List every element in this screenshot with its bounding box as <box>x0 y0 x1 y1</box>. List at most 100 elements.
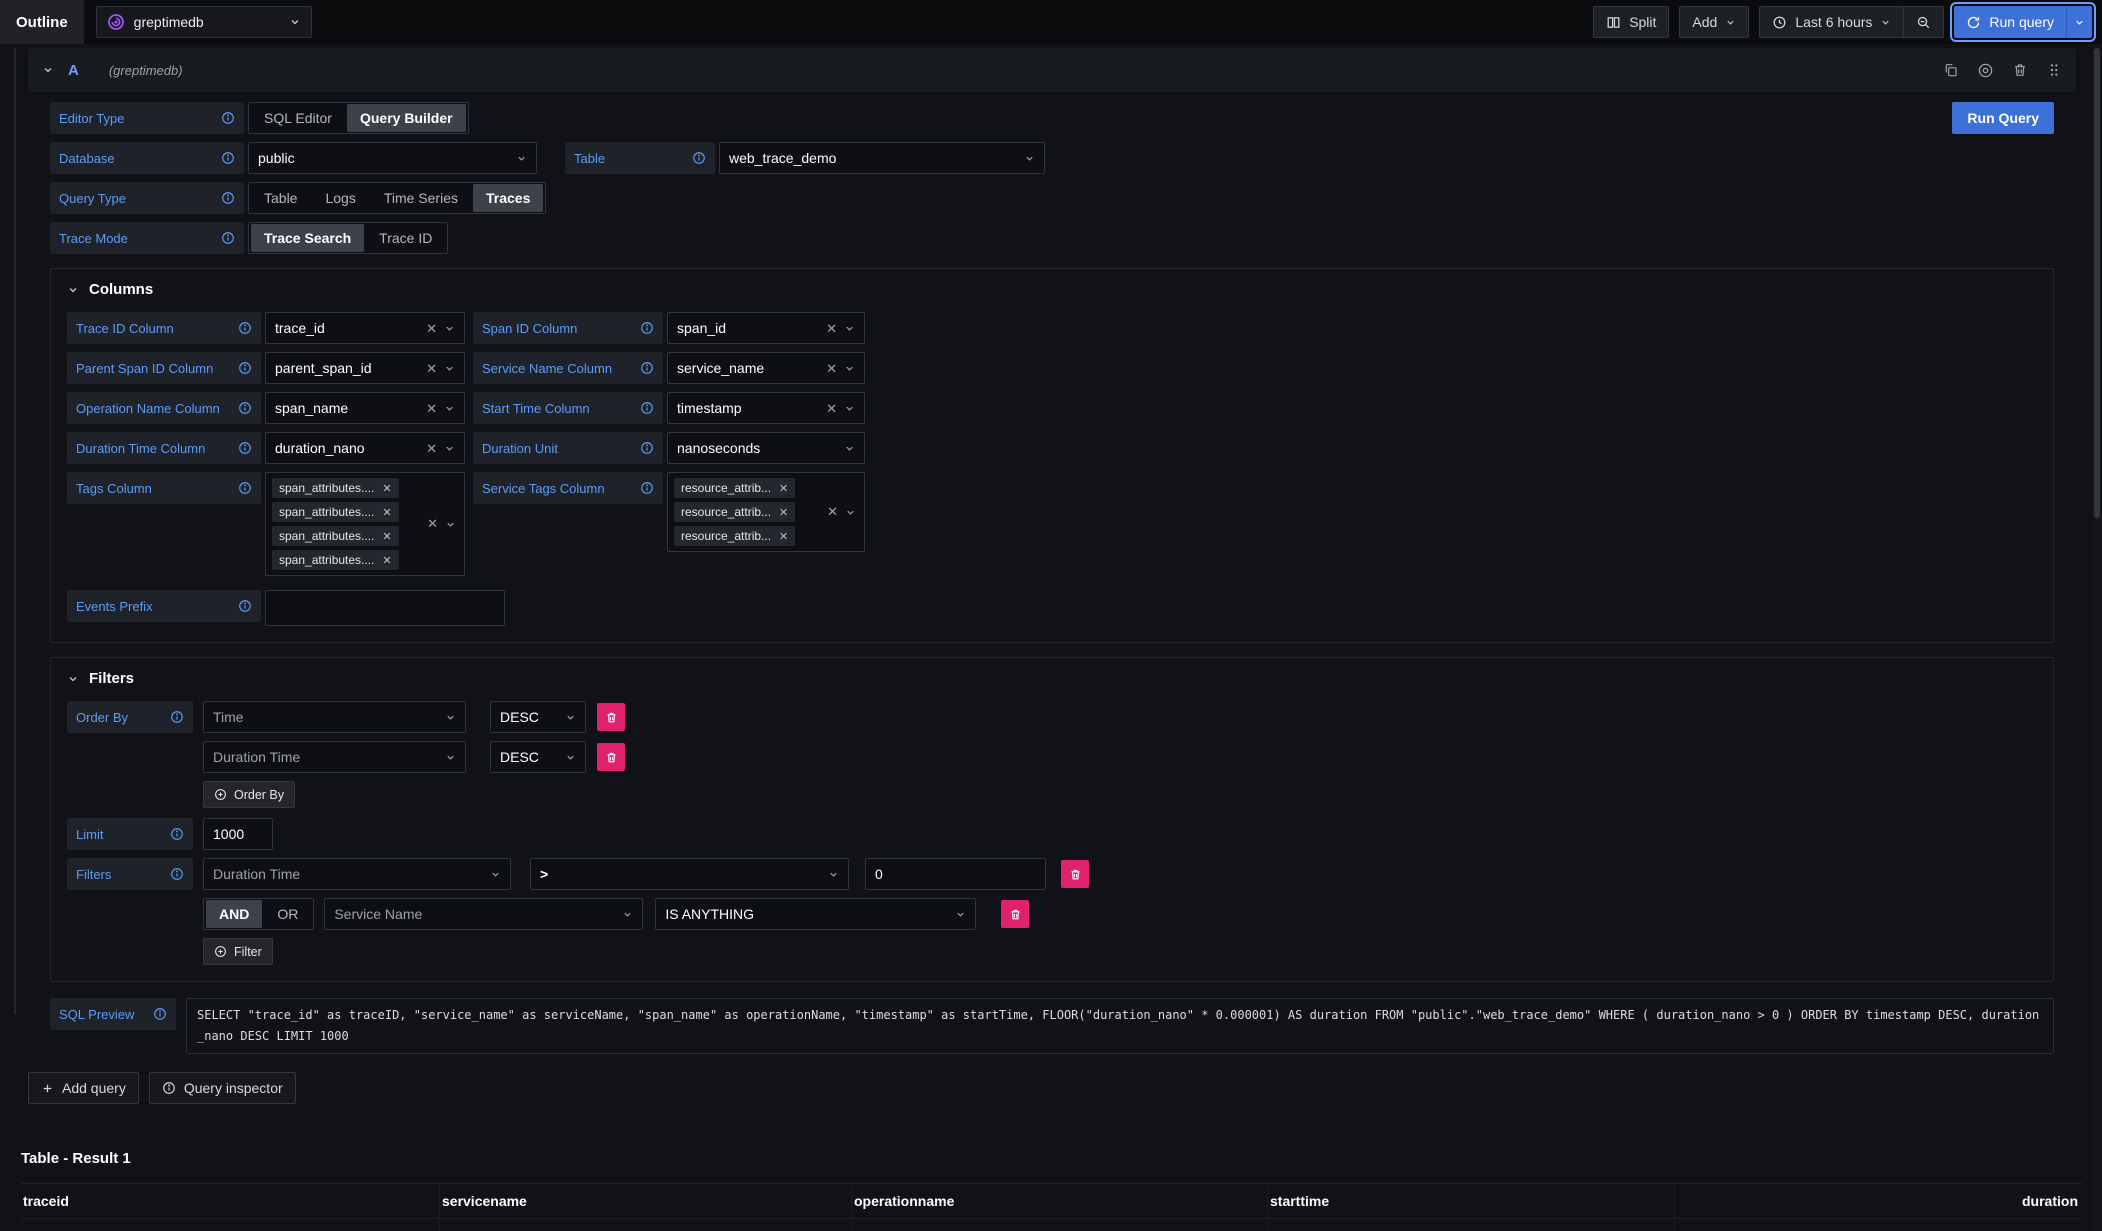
service-name-column-select[interactable]: service_name ✕ <box>667 352 865 384</box>
info-icon[interactable] <box>170 827 184 841</box>
remove-order-by-button-0[interactable] <box>597 703 625 731</box>
columns-section-header[interactable]: Columns <box>67 281 2037 298</box>
editor-type-option-query-builder[interactable]: Query Builder <box>347 104 466 132</box>
parent-span-id-column-select[interactable]: parent_span_id ✕ <box>265 352 465 384</box>
info-icon[interactable] <box>170 710 184 724</box>
filter-value-input-0[interactable]: 0 <box>865 858 1046 890</box>
clear-icon[interactable]: ✕ <box>826 322 837 335</box>
order-by-field-select-0[interactable]: Time <box>203 701 466 733</box>
query-row-header[interactable]: A (greptimedb) <box>28 48 2076 92</box>
clear-all-icon[interactable]: ✕ <box>427 516 438 532</box>
info-icon[interactable] <box>238 401 252 415</box>
info-icon[interactable] <box>153 1007 167 1021</box>
filter-connector-and[interactable]: AND <box>206 900 262 928</box>
time-range-button[interactable]: Last 6 hours <box>1760 7 1903 37</box>
table-select[interactable]: web_trace_demo <box>719 142 1045 174</box>
info-icon[interactable] <box>221 231 235 245</box>
trace-mode-option-trace-search[interactable]: Trace Search <box>251 224 364 252</box>
info-icon[interactable] <box>238 441 252 455</box>
column-header-traceid[interactable]: traceid <box>21 1184 440 1218</box>
filter-operator-select-0[interactable]: > <box>530 858 849 890</box>
events-prefix-input[interactable] <box>265 590 505 626</box>
info-icon[interactable] <box>640 441 654 455</box>
query-type-option-traces[interactable]: Traces <box>473 184 543 212</box>
limit-input[interactable]: 1000 <box>203 818 273 850</box>
info-icon[interactable] <box>692 151 706 165</box>
run-query-options-button[interactable] <box>2066 6 2092 38</box>
start-time-column-select[interactable]: timestamp ✕ <box>667 392 865 424</box>
clear-icon[interactable]: ✕ <box>426 402 437 415</box>
clear-icon[interactable]: ✕ <box>826 402 837 415</box>
service-tags-column-multiselect[interactable]: resource_attrib...✕ resource_attrib...✕ … <box>667 472 865 552</box>
info-icon[interactable] <box>238 599 252 613</box>
result-table-header: traceid servicename operationname startt… <box>21 1183 2082 1219</box>
column-header-servicename[interactable]: servicename <box>440 1184 852 1218</box>
add-order-by-button[interactable]: Order By <box>203 781 295 808</box>
info-icon[interactable] <box>238 321 252 335</box>
info-icon[interactable] <box>221 191 235 205</box>
column-header-starttime[interactable]: starttime <box>1268 1184 1675 1218</box>
editor-type-option-sql-editor[interactable]: SQL Editor <box>251 104 345 132</box>
query-type-option-time-series[interactable]: Time Series <box>371 184 471 212</box>
remove-chip-icon[interactable]: ✕ <box>382 530 391 543</box>
span-id-column-select[interactable]: span_id ✕ <box>667 312 865 344</box>
remove-filter-button-0[interactable] <box>1061 860 1089 888</box>
order-by-direction-select-0[interactable]: DESC <box>490 701 586 733</box>
add-dropdown-button[interactable]: Add <box>1679 6 1749 38</box>
info-icon[interactable] <box>238 361 252 375</box>
remove-chip-icon[interactable]: ✕ <box>779 530 788 543</box>
tags-column-multiselect[interactable]: span_attributes....✕ span_attributes....… <box>265 472 465 576</box>
info-icon[interactable] <box>640 321 654 335</box>
remove-chip-icon[interactable]: ✕ <box>382 482 391 495</box>
info-icon[interactable] <box>221 151 235 165</box>
query-type-option-logs[interactable]: Logs <box>312 184 368 212</box>
trace-mode-option-trace-id[interactable]: Trace ID <box>366 224 445 252</box>
clear-all-icon[interactable]: ✕ <box>827 504 838 520</box>
query-inspector-button[interactable]: Query inspector <box>149 1072 296 1104</box>
order-by-direction-select-1[interactable]: DESC <box>490 741 586 773</box>
trace-id-column-select[interactable]: trace_id ✕ <box>265 312 465 344</box>
info-icon[interactable] <box>640 361 654 375</box>
outline-tab[interactable]: Outline <box>0 0 84 44</box>
remove-chip-icon[interactable]: ✕ <box>779 482 788 495</box>
clear-icon[interactable]: ✕ <box>426 322 437 335</box>
datasource-picker[interactable]: greptimedb <box>96 6 312 38</box>
info-icon[interactable] <box>640 401 654 415</box>
remove-query-trash-icon[interactable] <box>2012 62 2028 78</box>
operation-name-column-select[interactable]: span_name ✕ <box>265 392 465 424</box>
filter-operator-select-1[interactable]: IS ANYTHING <box>655 898 976 930</box>
order-by-field-select-1[interactable]: Duration Time <box>203 741 466 773</box>
clear-icon[interactable]: ✕ <box>426 442 437 455</box>
collapse-chevron-icon[interactable] <box>42 64 54 76</box>
time-zoom-out-button[interactable] <box>1903 7 1943 37</box>
remove-filter-button-1[interactable] <box>1001 900 1029 928</box>
column-header-operationname[interactable]: operationname <box>852 1184 1268 1218</box>
duration-time-column-select[interactable]: duration_nano ✕ <box>265 432 465 464</box>
query-type-option-table[interactable]: Table <box>251 184 310 212</box>
add-query-button[interactable]: Add query <box>28 1072 139 1104</box>
drag-handle-icon[interactable] <box>2046 62 2062 78</box>
filter-field-select-1[interactable]: Service Name <box>324 898 643 930</box>
clear-icon[interactable]: ✕ <box>826 362 837 375</box>
filter-field-select-0[interactable]: Duration Time <box>203 858 511 890</box>
info-icon[interactable] <box>221 111 235 125</box>
split-button[interactable]: Split <box>1593 6 1669 38</box>
info-icon[interactable] <box>640 481 654 495</box>
remove-chip-icon[interactable]: ✕ <box>779 506 788 519</box>
panel-run-query-button[interactable]: Run Query <box>1952 102 2054 134</box>
add-filter-button[interactable]: Filter <box>203 938 273 965</box>
database-select[interactable]: public <box>248 142 537 174</box>
remove-order-by-button-1[interactable] <box>597 743 625 771</box>
remove-chip-icon[interactable]: ✕ <box>382 506 391 519</box>
column-header-duration[interactable]: duration <box>1675 1184 2082 1218</box>
filters-section-header[interactable]: Filters <box>67 670 2037 687</box>
duration-unit-select[interactable]: nanoseconds <box>667 432 865 464</box>
duplicate-query-icon[interactable] <box>1943 62 1959 78</box>
remove-chip-icon[interactable]: ✕ <box>382 554 391 567</box>
disable-query-eye-icon[interactable] <box>1977 62 1994 79</box>
run-query-button[interactable]: Run query <box>1954 6 2066 38</box>
filter-connector-or[interactable]: OR <box>264 900 311 928</box>
info-icon[interactable] <box>170 867 184 881</box>
clear-icon[interactable]: ✕ <box>426 362 437 375</box>
info-icon[interactable] <box>238 481 252 495</box>
